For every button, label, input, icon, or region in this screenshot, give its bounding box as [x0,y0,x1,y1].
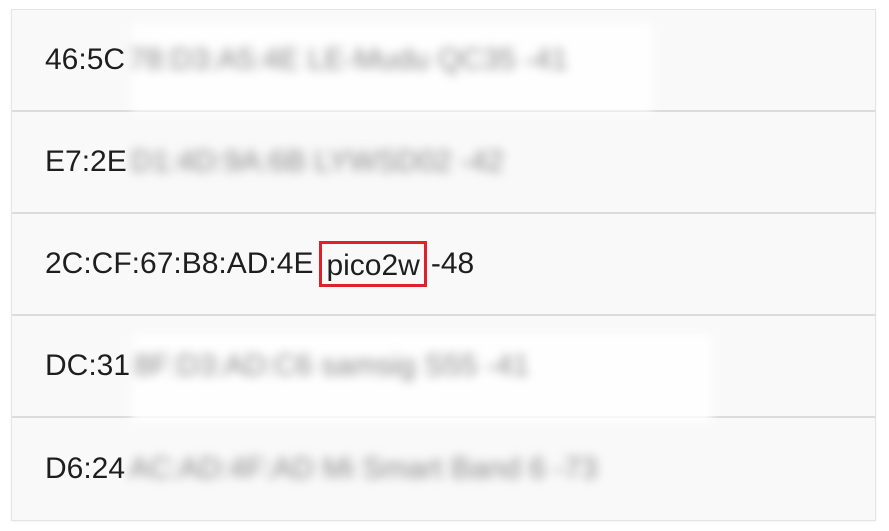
device-rssi: -48 [430,247,475,280]
device-row[interactable]: E7:2E D1:4D:9A:6B LYWSD02 -42 [12,112,875,214]
device-mac-partial: 46:5C [45,43,126,76]
device-name: pico2w [326,249,420,282]
device-mac-partial: E7:2E [45,145,127,178]
device-row[interactable]: 46:5C 78:D3:A5:4E LE-Mudu QC35 -41 [12,10,875,112]
device-row[interactable]: DC:31 8F:D3:AD:C6 samsig S55 -41 [12,316,875,422]
device-redacted-details: 8F:D3:AD:C6 samsig S55 -41 [134,349,530,382]
device-mac-partial: DC:31 [45,349,131,382]
device-label: D6:24 AC:AD:4F:AD Mi Smart Band 6 -73 [45,452,598,486]
device-label: DC:31 8F:D3:AD:C6 samsig S55 -41 [45,349,529,383]
device-mac: 2C:CF:67:B8:AD:4E [45,247,314,280]
device-redacted-details: D1:4D:9A:6B LYWSD02 -42 [130,145,504,178]
device-name-highlight: pico2w [319,241,427,287]
device-row-pico2w[interactable]: 2C:CF:67:B8:AD:4E pico2w -48 [12,214,875,316]
ble-device-list[interactable]: 46:5C 78:D3:A5:4E LE-Mudu QC35 -41 E7:2E… [12,10,875,520]
device-label: 46:5C 78:D3:A5:4E LE-Mudu QC35 -41 [45,43,568,77]
device-row[interactable]: D6:24 AC:AD:4F:AD Mi Smart Band 6 -73 [12,418,875,520]
device-label: E7:2E D1:4D:9A:6B LYWSD02 -42 [45,145,504,179]
device-label: 2C:CF:67:B8:AD:4E pico2w -48 [45,241,474,287]
screen: 46:5C 78:D3:A5:4E LE-Mudu QC35 -41 E7:2E… [0,0,889,531]
device-redacted-details: AC:AD:4F:AD Mi Smart Band 6 -73 [129,452,598,485]
device-mac-partial: D6:24 [45,452,126,485]
device-redacted-details: 78:D3:A5:4E LE-Mudu QC35 -41 [129,43,568,76]
